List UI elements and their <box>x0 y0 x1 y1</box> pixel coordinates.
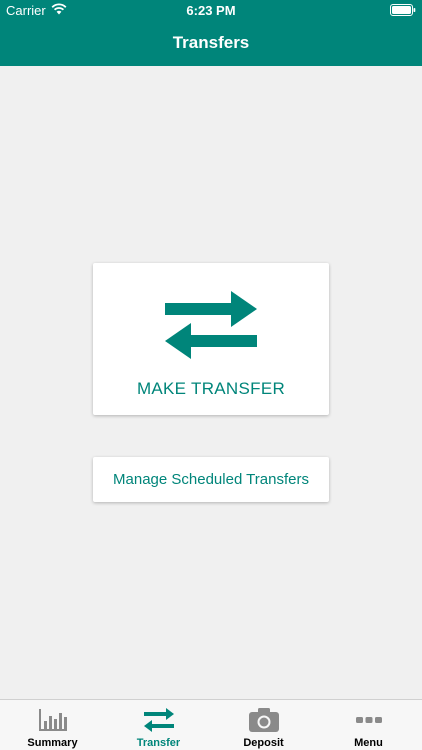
tab-bar: Summary Transfer Deposit Menu <box>0 699 422 750</box>
status-time: 6:23 PM <box>186 3 236 18</box>
tab-deposit-label: Deposit <box>243 737 284 749</box>
manage-scheduled-transfers-label: Manage Scheduled Transfers <box>113 471 309 488</box>
status-bar: Carrier 6:23 PM <box>0 0 422 22</box>
bar-chart-icon <box>38 709 67 731</box>
tab-menu[interactable]: Menu <box>316 700 421 750</box>
page-title: Transfers <box>172 33 250 52</box>
manage-scheduled-transfers-button[interactable]: Manage Scheduled Transfers <box>93 457 329 502</box>
tab-deposit[interactable]: Deposit <box>211 700 316 750</box>
battery-icon <box>390 4 416 16</box>
transfers-screen: Carrier 6:23 PM Transfers MAKE TRANSFER <box>0 0 422 750</box>
tab-summary-label: Summary <box>27 737 78 749</box>
make-transfer-label: MAKE TRANSFER <box>136 379 286 398</box>
header: Carrier 6:23 PM Transfers <box>0 0 422 66</box>
transfer-arrows-icon <box>165 291 257 359</box>
transfer-arrows-icon <box>143 708 174 732</box>
tab-transfer[interactable]: Transfer <box>106 700 211 750</box>
tab-menu-label: Menu <box>354 737 383 749</box>
make-transfer-button[interactable]: MAKE TRANSFER <box>93 263 329 415</box>
camera-icon <box>248 708 279 732</box>
more-dots-icon <box>355 717 382 723</box>
tab-summary[interactable]: Summary <box>0 700 105 750</box>
tab-transfer-label: Transfer <box>136 737 181 749</box>
